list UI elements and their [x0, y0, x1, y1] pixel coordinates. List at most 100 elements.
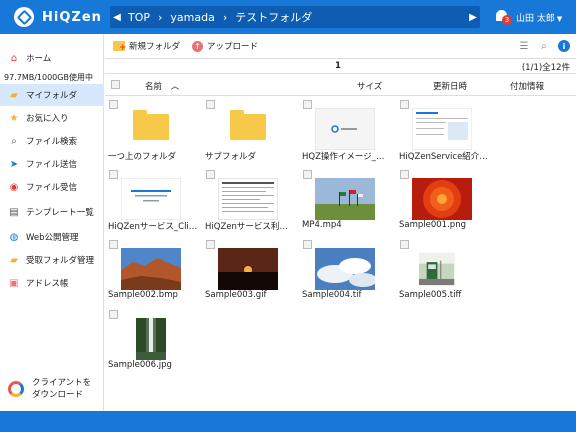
sidebar-item-home[interactable]: ⌂ ホーム [0, 47, 104, 69]
breadcrumb-item-top[interactable]: TOP [124, 11, 154, 24]
sidebar-item-file-receive[interactable]: ◉ ファイル受信 [0, 176, 104, 198]
document-thumbnail [121, 178, 181, 220]
breadcrumb-item-current[interactable]: テストフォルダ [231, 9, 316, 25]
sidebar-item-label: ホーム [26, 54, 52, 64]
column-name-label: 名前 [145, 82, 163, 92]
info-icon[interactable]: i [558, 40, 570, 52]
file-checkbox[interactable] [109, 310, 118, 319]
sidebar-item-my-folder[interactable]: ▰ マイフォルダ [0, 84, 104, 106]
sidebar-item-address-book[interactable]: ▣ アドレス帳 [0, 272, 104, 294]
file-name: HiQZenService紹介… [399, 152, 488, 162]
file-checkbox[interactable] [109, 170, 118, 179]
file-tile[interactable]: Sample006.jpg [105, 308, 197, 378]
client-app-icon [8, 381, 24, 397]
sidebar: ⌂ ホーム 97.7MB/1000GB使用中 ▰ マイフォルダ ★ お気に入り … [0, 34, 104, 411]
file-checkbox[interactable] [206, 170, 215, 179]
sidebar-item-file-send[interactable]: ➤ ファイル送信 [0, 153, 104, 175]
star-icon: ★ [9, 112, 19, 124]
file-name: Sample001.png [399, 220, 466, 230]
new-folder-icon [113, 41, 127, 53]
file-checkbox[interactable] [303, 100, 312, 109]
address-book-icon: ▣ [9, 277, 19, 289]
globe-icon: ◍ [9, 231, 19, 243]
file-checkbox[interactable] [206, 240, 215, 249]
file-tile[interactable]: Sample001.png [396, 168, 488, 238]
storage-usage: 97.7MB/1000GB使用中 [4, 73, 93, 82]
file-checkbox[interactable] [400, 240, 409, 249]
file-tile[interactable]: HiQZenService紹介… [396, 98, 488, 168]
sidebar-item-web-publish[interactable]: ◍ Web公開管理 [0, 226, 104, 248]
breadcrumb-back-icon[interactable]: ◀ [110, 12, 124, 23]
search-icon[interactable]: ⌕ [538, 40, 550, 52]
file-tile[interactable]: HQZ操作イメージ_… [299, 98, 391, 168]
upload-icon: ↑ [192, 40, 204, 52]
upload-button[interactable]: ↑ アップロード [192, 40, 258, 52]
document-thumbnail [315, 108, 375, 150]
new-folder-button[interactable]: 新規フォルダ [113, 40, 180, 53]
sidebar-item-label: マイフォルダ [26, 91, 78, 101]
sidebar-item-favorites[interactable]: ★ お気に入り [0, 107, 104, 129]
image-thumbnail [412, 178, 472, 220]
file-checkbox[interactable] [109, 100, 118, 109]
file-tile[interactable]: Sample003.gif [202, 238, 294, 308]
file-tile[interactable]: 一つ上のフォルダ [105, 98, 197, 168]
file-checkbox[interactable] [303, 240, 312, 249]
sidebar-item-file-search[interactable]: ⌕ ファイル検索 [0, 130, 104, 152]
list-view-icon[interactable]: ☰ [518, 40, 530, 52]
file-name: HQZ操作イメージ_… [302, 152, 385, 162]
breadcrumb-item-user[interactable]: yamada [166, 11, 218, 24]
file-tile[interactable]: MP4.mp4 [299, 168, 391, 238]
breadcrumb-forward-icon[interactable]: ▶ [466, 12, 480, 23]
column-header: 名前 ︿ サイズ 更新日時 付加情報 [105, 74, 576, 96]
sidebar-item-label: Web公開管理 [26, 233, 79, 243]
footer-bar [0, 411, 576, 432]
select-all-checkbox[interactable] [111, 80, 120, 89]
file-name: Sample003.gif [205, 290, 267, 300]
breadcrumb-separator-icon: › [222, 10, 228, 24]
sidebar-item-label: ファイル受信 [26, 183, 78, 193]
file-tile[interactable]: Sample002.bmp [105, 238, 197, 308]
send-icon: ➤ [9, 158, 19, 170]
sidebar-item-templates[interactable]: ▤ テンプレート一覧 [0, 201, 104, 223]
file-checkbox[interactable] [400, 170, 409, 179]
parent-folder-icon [133, 110, 169, 140]
column-updated[interactable]: 更新日時 [433, 80, 467, 92]
folder-icon [230, 110, 266, 140]
file-checkbox[interactable] [303, 170, 312, 179]
receive-icon: ◉ [9, 181, 19, 193]
breadcrumb-separator-icon: › [158, 10, 163, 24]
file-checkbox[interactable] [109, 240, 118, 249]
column-extra[interactable]: 付加情報 [510, 80, 544, 92]
document-thumbnail [412, 108, 472, 150]
page-number[interactable]: 1 [335, 61, 341, 71]
image-thumbnail [136, 318, 166, 360]
file-tile[interactable]: HiQZenサービス利用… [202, 168, 295, 238]
file-checkbox[interactable] [206, 100, 215, 109]
sidebar-item-label: ファイル送信 [26, 160, 78, 170]
logo[interactable]: HiQZen [14, 6, 102, 28]
file-tile[interactable]: HiQZenサービス_Cli… [105, 168, 197, 238]
sidebar-item-label: テンプレート一覧 [26, 208, 94, 218]
chevron-down-icon: ▼ [556, 15, 563, 23]
sidebar-item-label: ファイル検索 [26, 137, 78, 147]
image-thumbnail [315, 248, 375, 290]
breadcrumb: ◀ TOP › yamada › テストフォルダ ▶ [110, 6, 480, 28]
template-icon: ▤ [9, 206, 19, 218]
user-menu[interactable]: 山田 太郎 ▼ [516, 11, 562, 24]
client-download-link[interactable]: クライアントを ダウンロード [8, 377, 91, 401]
sidebar-item-inbox-folder[interactable]: ▰ 受取フォルダ管理 [0, 249, 104, 271]
image-thumbnail [121, 248, 181, 290]
sidebar-item-label: アドレス帳 [26, 279, 69, 289]
sort-ascending-icon: ︿ [170, 82, 180, 92]
image-thumbnail [218, 248, 278, 290]
column-size[interactable]: サイズ [357, 80, 382, 92]
sidebar-item-label: 受取フォルダ管理 [26, 256, 95, 266]
file-tile[interactable]: Sample005.tiff [396, 238, 488, 308]
notification-bell[interactable]: 3 [494, 9, 512, 25]
file-tile[interactable]: Sample004.tif [299, 238, 391, 308]
file-tile[interactable]: サブフォルダ [202, 98, 294, 168]
file-checkbox[interactable] [400, 100, 409, 109]
file-name: Sample002.bmp [108, 290, 178, 300]
column-name[interactable]: 名前 ︿ [145, 80, 179, 92]
file-name: Sample006.jpg [108, 360, 172, 370]
